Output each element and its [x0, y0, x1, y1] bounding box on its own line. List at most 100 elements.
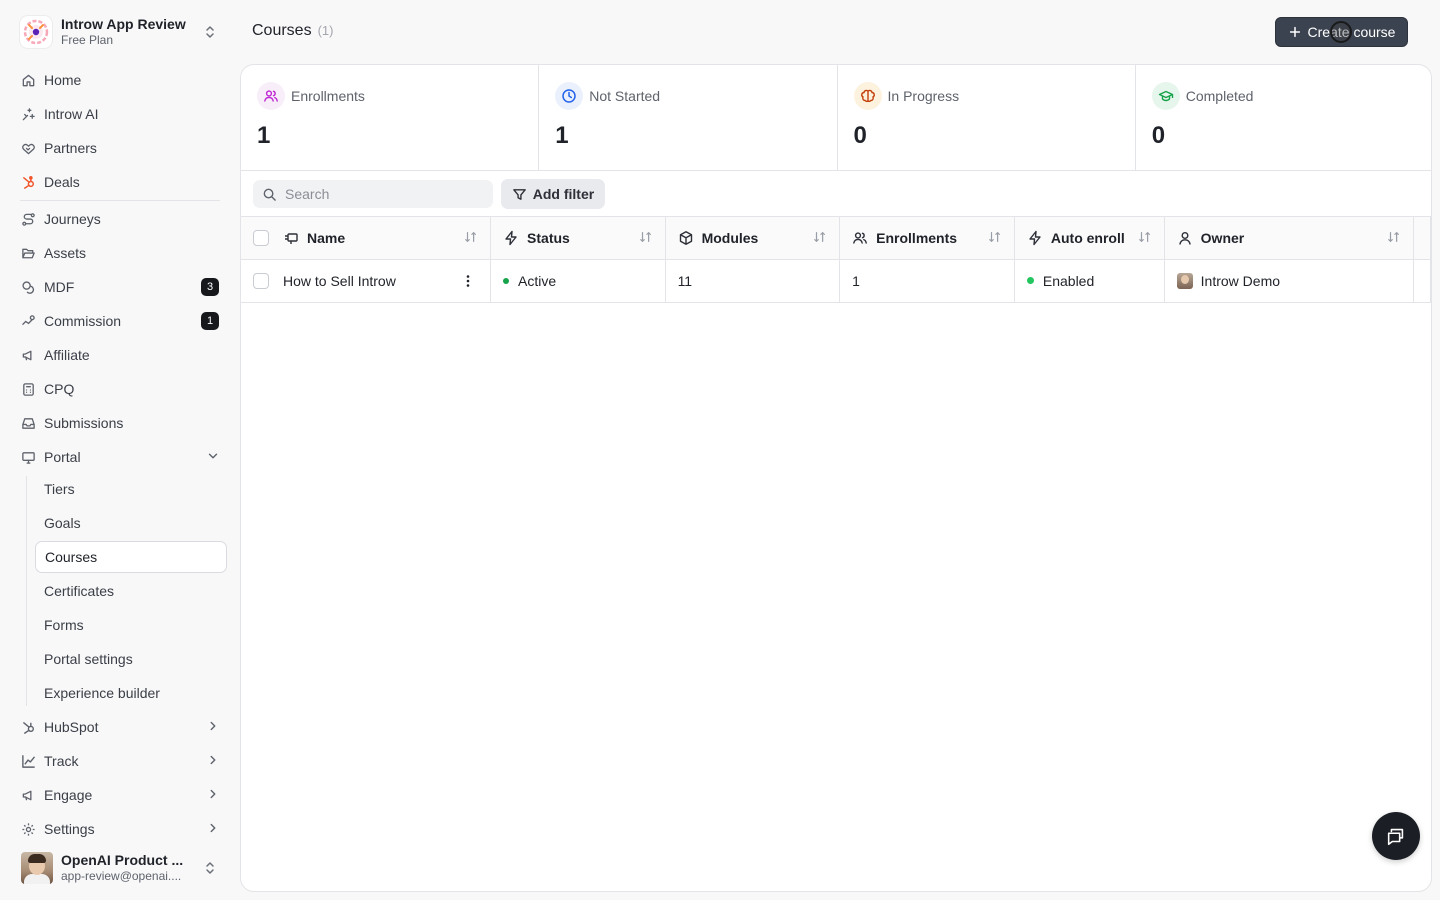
- cell-name[interactable]: How to Sell Introw: [241, 259, 492, 303]
- plus-icon: [1288, 25, 1302, 39]
- nav-affiliate[interactable]: Affiliate: [12, 340, 228, 370]
- stat-completed: Completed 0: [1136, 65, 1431, 170]
- nav-portal-label: Portal: [44, 449, 81, 465]
- nav-cpq[interactable]: CPQ: [12, 374, 228, 404]
- hand-coins-icon: [20, 313, 36, 329]
- nav-portal-certificates[interactable]: Certificates: [35, 575, 227, 607]
- user-menu[interactable]: OpenAI Product ... app-review@openai....: [12, 848, 228, 888]
- column-status-label: Status: [527, 229, 570, 246]
- nav-mdf[interactable]: MDF 3: [12, 272, 228, 302]
- column-modules-label: Modules: [701, 229, 759, 246]
- nav-introw-ai[interactable]: Introw AI: [12, 99, 228, 129]
- nav-mdf-label: MDF: [44, 279, 75, 295]
- stat-value: 0: [853, 122, 867, 149]
- column-header-name[interactable]: Name: [241, 217, 492, 260]
- user-name: OpenAI Product ...: [61, 852, 184, 868]
- nav-assets[interactable]: Assets: [12, 238, 228, 268]
- sort-icon[interactable]: [988, 230, 1002, 244]
- chat-support-button[interactable]: [1372, 812, 1420, 860]
- nav-commission[interactable]: Commission 1: [12, 306, 228, 336]
- nav-portal[interactable]: Portal: [12, 442, 228, 472]
- status-dot: [503, 277, 510, 284]
- hubspot-mono-icon: [20, 719, 36, 735]
- sort-icon[interactable]: [639, 230, 653, 244]
- column-header-overflow: [1413, 217, 1431, 260]
- nav-divider: [20, 200, 220, 201]
- course-name[interactable]: How to Sell Introw: [283, 273, 396, 289]
- calculator-icon: [20, 381, 36, 397]
- monitor-icon: [20, 449, 36, 465]
- presentation-icon: [283, 230, 299, 246]
- users-icon: [852, 230, 868, 246]
- zap-icon: [1027, 230, 1043, 246]
- main-panel: Enrollments 1 Not Started 1 In Progress …: [240, 64, 1432, 892]
- more-vertical-icon[interactable]: [460, 273, 476, 289]
- megaphone-icon: [20, 787, 36, 803]
- nav-journeys-label: Journeys: [44, 211, 101, 227]
- stat-in-progress: In Progress 0: [838, 65, 1136, 170]
- table-header-row: Name Status Modules Enrollments Auto enr…: [241, 217, 1431, 260]
- nav-hubspot[interactable]: HubSpot: [12, 712, 228, 742]
- nav-cpq-label: CPQ: [44, 381, 75, 397]
- table-toolbar: Add filter: [241, 171, 1431, 217]
- gear-icon: [20, 821, 36, 837]
- auto-enroll-dot: [1026, 277, 1034, 284]
- stat-enrollments: Enrollments 1: [241, 65, 540, 170]
- column-header-status[interactable]: Status: [490, 217, 666, 260]
- nav-portal-tiers[interactable]: Tiers: [35, 473, 227, 505]
- nav-home[interactable]: Home: [12, 65, 228, 95]
- column-header-enrollments[interactable]: Enrollments: [839, 217, 1015, 260]
- nav-partners[interactable]: Partners: [12, 133, 228, 163]
- introw-logo-icon: [20, 16, 52, 48]
- create-course-label: Create course: [1307, 24, 1396, 40]
- filter-icon: [512, 187, 527, 202]
- nav-portal-settings[interactable]: Portal settings: [35, 643, 227, 675]
- modules-count: 11: [677, 272, 693, 289]
- nav-deals[interactable]: Deals: [12, 167, 228, 197]
- add-filter-button[interactable]: Add filter: [501, 179, 605, 209]
- home-icon: [20, 72, 36, 88]
- row-checkbox[interactable]: [253, 272, 269, 289]
- nav-portal-courses[interactable]: Courses: [35, 541, 227, 573]
- chevron-right-icon: [206, 787, 220, 801]
- nav-portal-forms[interactable]: Forms: [35, 609, 227, 641]
- chevrons-up-down-icon: [202, 860, 218, 876]
- sort-icon[interactable]: [1387, 230, 1401, 244]
- column-header-modules[interactable]: Modules: [665, 217, 841, 260]
- stat-label: Not Started: [589, 88, 661, 104]
- nav-submissions[interactable]: Submissions: [12, 408, 228, 438]
- folder-open-icon: [20, 245, 36, 261]
- nav-assets-label: Assets: [44, 245, 87, 261]
- sidebar: Introw App Review Free Plan Home Introw …: [0, 0, 240, 900]
- auto-enroll-status: Enabled: [1042, 272, 1095, 289]
- stats-row: Enrollments 1 Not Started 1 In Progress …: [241, 65, 1431, 171]
- hubspot-icon: [20, 174, 36, 190]
- create-course-button[interactable]: Create course: [1275, 17, 1408, 47]
- stat-value: 1: [257, 122, 271, 149]
- sort-icon[interactable]: [464, 230, 478, 244]
- user-email: app-review@openai....: [61, 869, 182, 883]
- workspace-switcher[interactable]: Introw App Review Free Plan: [12, 12, 228, 52]
- nav-portal-goals[interactable]: Goals: [35, 507, 227, 539]
- search-input[interactable]: [285, 186, 475, 202]
- stat-label: In Progress: [887, 88, 960, 104]
- owner-name: Introw Demo: [1200, 272, 1281, 289]
- nav-track[interactable]: Track: [12, 746, 228, 776]
- nav-settings[interactable]: Settings: [12, 814, 228, 844]
- nav-portal-experience-builder[interactable]: Experience builder: [35, 677, 227, 709]
- search-icon: [262, 187, 277, 202]
- zap-icon: [503, 230, 519, 246]
- sort-icon[interactable]: [813, 230, 827, 244]
- stat-label: Completed: [1185, 88, 1254, 104]
- table-row[interactable]: How to Sell Introw Active 11 1 Enabled I…: [241, 259, 1431, 303]
- column-header-owner[interactable]: Owner: [1164, 217, 1415, 260]
- workspace-name: Introw App Review: [61, 16, 186, 32]
- nav-engage[interactable]: Engage: [12, 780, 228, 810]
- nav-journeys[interactable]: Journeys: [12, 204, 228, 234]
- select-all-checkbox[interactable]: [253, 229, 269, 246]
- chevron-right-icon: [206, 719, 220, 733]
- column-header-auto-enroll[interactable]: Auto enroll: [1014, 217, 1165, 260]
- sort-icon[interactable]: [1138, 230, 1152, 244]
- nav-engage-label: Engage: [44, 787, 93, 803]
- chat-icon: [1385, 825, 1407, 847]
